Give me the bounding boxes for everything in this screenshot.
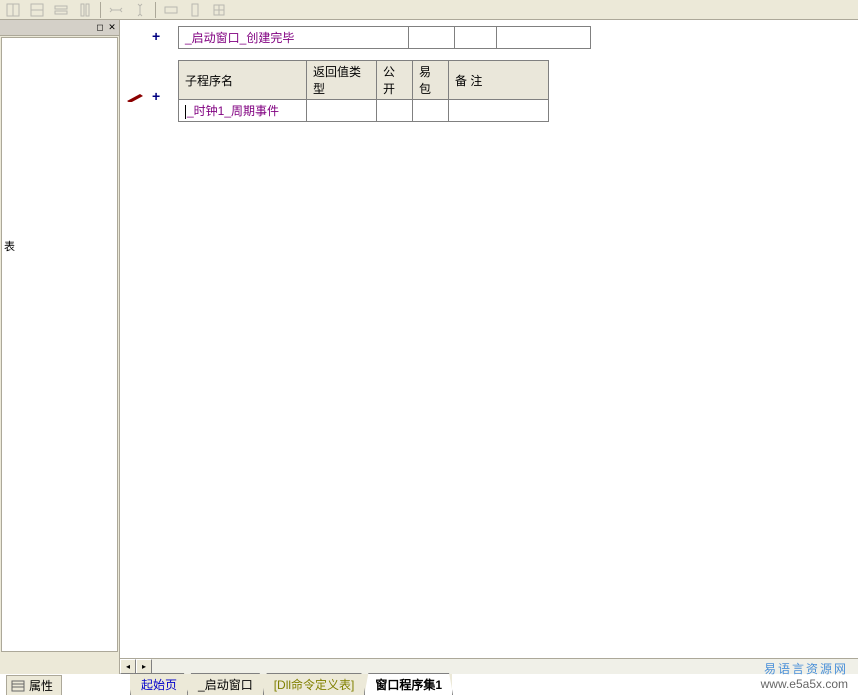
horizontal-scrollbar[interactable]: ◂ ▸ (120, 658, 858, 674)
gutter: + + (120, 20, 170, 674)
cell[interactable] (307, 100, 377, 122)
proc-name-cell[interactable]: _时钟1_周期事件 (179, 100, 307, 122)
cell[interactable] (409, 27, 455, 49)
toolbar-btn-2[interactable] (26, 1, 48, 19)
col-name: 子程序名 (179, 61, 307, 100)
toolbar-separator (100, 2, 101, 18)
panel-body: 表 (1, 37, 118, 652)
toolbar-btn-9[interactable] (208, 1, 230, 19)
watermark-url: www.e5a5x.com (761, 677, 848, 691)
toolbar-separator (155, 2, 156, 18)
properties-tab[interactable]: 属性 (6, 675, 62, 695)
col-easypkg: 易包 (413, 61, 449, 100)
code-area: + + _启动窗口_创建完毕 子程序名 返回值类型 公开 易包 备 注 _时钟1… (120, 20, 858, 674)
tab-startpage[interactable]: 起始页 (130, 673, 188, 695)
cell[interactable] (413, 100, 449, 122)
toolbar-btn-7[interactable] (160, 1, 182, 19)
tab-dll[interactable]: [Dll命令定义表] (263, 673, 366, 695)
cell[interactable] (497, 27, 591, 49)
scroll-right-icon[interactable]: ▸ (136, 659, 152, 674)
toolbar-btn-8[interactable] (184, 1, 206, 19)
toolbar-btn-4[interactable] (74, 1, 96, 19)
scroll-track[interactable] (152, 659, 858, 674)
panel-close-icon[interactable]: ✕ (107, 23, 117, 33)
code-table-2: 子程序名 返回值类型 公开 易包 备 注 _时钟1_周期事件 (178, 60, 549, 122)
pen-icon (126, 92, 146, 102)
watermark: 易语言资源网 www.e5a5x.com (761, 660, 848, 691)
properties-icon (11, 680, 25, 692)
code-row-1: _启动窗口_创建完毕 (178, 26, 591, 49)
left-panel: ◻ ✕ 表 (0, 20, 120, 674)
scroll-left-icon[interactable]: ◂ (120, 659, 136, 674)
panel-side-text: 表 (4, 238, 15, 254)
tab-winprocset[interactable]: 窗口程序集1 (364, 673, 453, 695)
col-rettype: 返回值类型 (307, 61, 377, 100)
col-public: 公开 (377, 61, 413, 100)
bottom-tabs: 起始页 _启动窗口 [Dll命令定义表] 窗口程序集1 (130, 674, 452, 695)
col-remark: 备 注 (449, 61, 549, 100)
cell[interactable] (449, 100, 549, 122)
expand-icon[interactable]: + (152, 28, 160, 44)
toolbar-btn-3[interactable] (50, 1, 72, 19)
toolbar-btn-5[interactable] (105, 1, 127, 19)
tab-startwindow[interactable]: _启动窗口 (187, 673, 264, 695)
cell[interactable] (455, 27, 497, 49)
panel-header: ◻ ✕ (0, 20, 119, 36)
properties-label: 属性 (29, 677, 53, 694)
proc-name-cell[interactable]: _启动窗口_创建完毕 (179, 27, 409, 49)
cell[interactable] (377, 100, 413, 122)
panel-dock-icon[interactable]: ◻ (95, 23, 105, 33)
toolbar-btn-6[interactable] (129, 1, 151, 19)
toolbar-btn-1[interactable] (2, 1, 24, 19)
toolbar (0, 0, 858, 20)
expand-icon[interactable]: + (152, 88, 160, 104)
watermark-text: 易语言资源网 (761, 660, 848, 677)
